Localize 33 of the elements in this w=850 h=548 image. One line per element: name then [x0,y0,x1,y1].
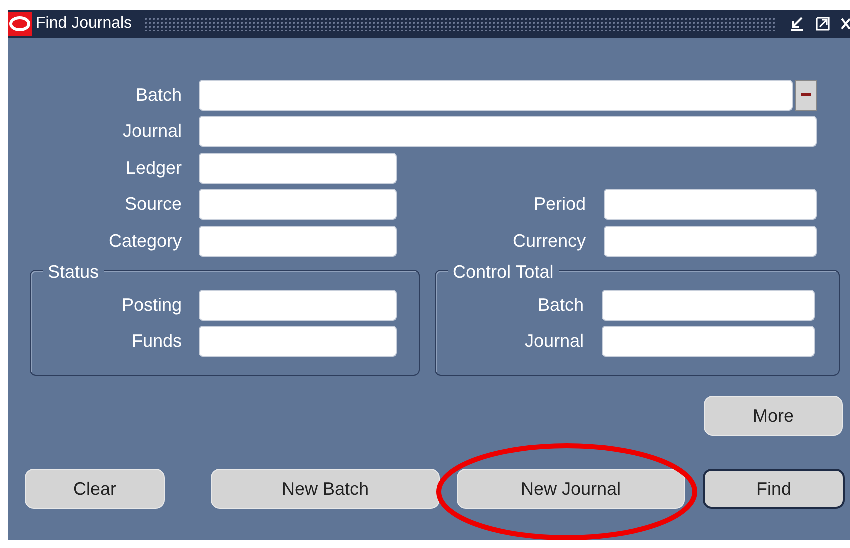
minimize-icon[interactable] [788,15,806,33]
action-button[interactable]: New Journal [457,469,685,509]
window-title: Find Journals [36,14,132,34]
field-label: Batch [536,294,584,316]
input-field[interactable] [199,290,397,320]
field-label: Journal [524,330,584,353]
app-logo-icon [8,12,32,36]
field-label: Batch [134,84,182,106]
action-button[interactable]: Clear [25,469,165,509]
input-field[interactable] [604,189,817,220]
field-label: Period [532,193,586,216]
input-field[interactable] [602,326,815,357]
dash-icon [801,93,811,97]
field-label: Funds [130,330,182,353]
field-label: Ledger [124,156,182,180]
input-field[interactable] [199,189,397,220]
field-label: Currency [512,230,586,253]
field-label: Category [108,230,182,253]
input-field[interactable] [604,226,817,256]
maximize-icon[interactable] [814,15,832,33]
action-button[interactable]: Find [703,469,845,509]
more-button[interactable]: More [704,396,843,436]
input-field[interactable] [199,226,397,256]
input-field[interactable] [602,290,815,320]
input-field[interactable] [199,152,397,184]
input-field[interactable] [199,80,793,110]
input-field[interactable] [199,326,397,357]
input-field[interactable] [199,116,817,147]
field-label: Source [124,193,182,216]
action-button[interactable]: New Batch [211,469,440,509]
list-button[interactable] [795,80,817,110]
field-label: Journal [122,120,182,143]
field-label: Posting [120,294,182,317]
